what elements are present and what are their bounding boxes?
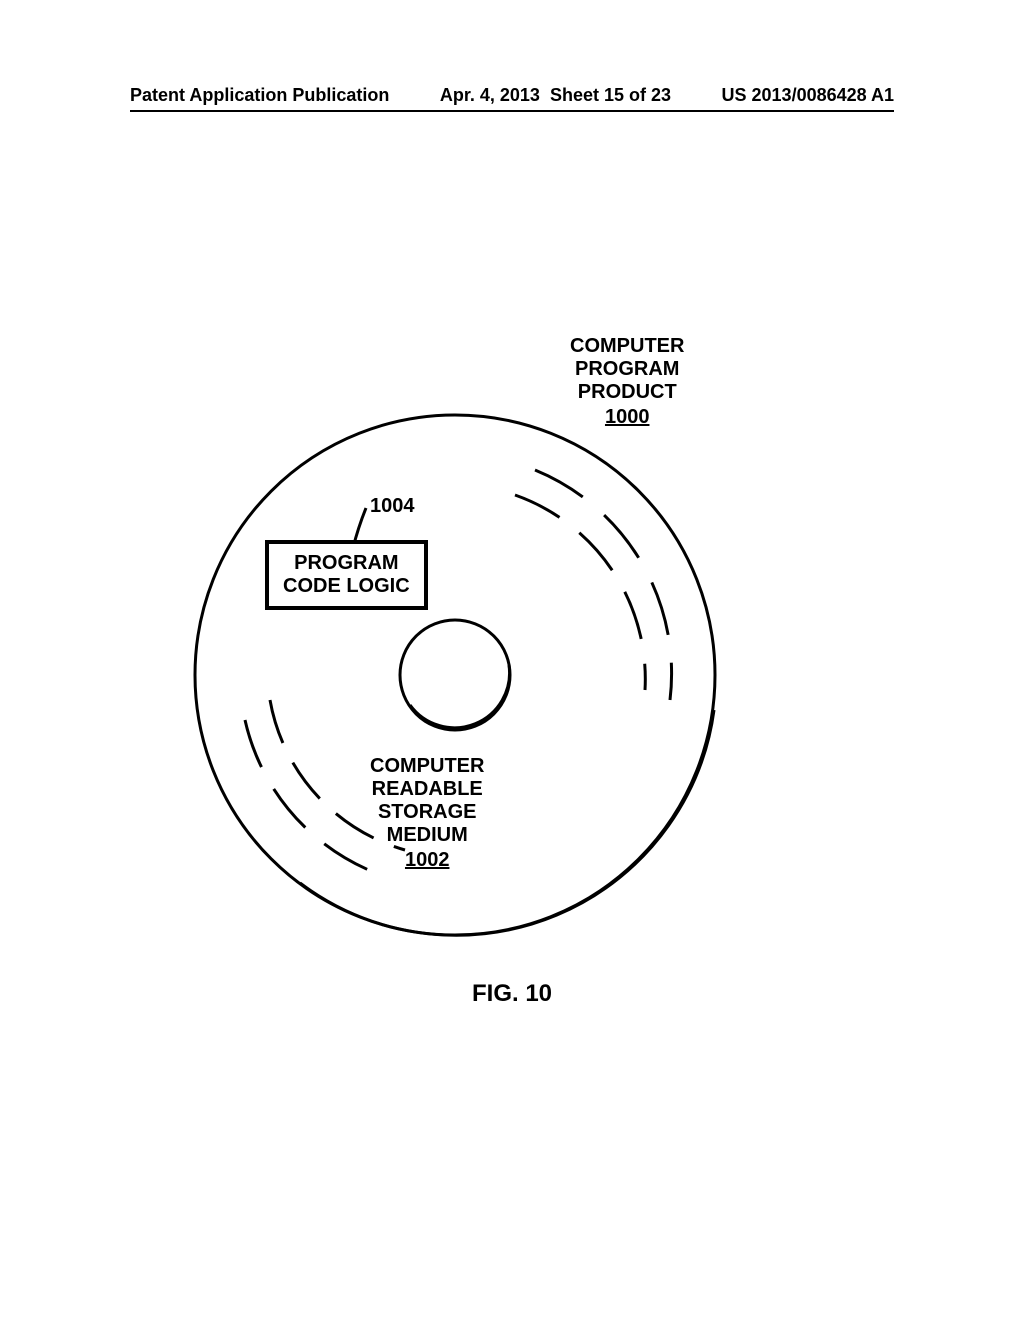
medium-ref: 1002 [405, 849, 450, 872]
pub-date: Apr. 4, 2013 [440, 85, 540, 105]
code-logic-ref: 1004 [370, 495, 415, 518]
publication-number: US 2013/0086428 A1 [722, 85, 894, 106]
code-box-line: PROGRAM [294, 552, 398, 574]
sheet-number: Sheet 15 of 23 [550, 85, 671, 105]
program-code-logic-box: PROGRAM CODE LOGIC [265, 540, 428, 610]
page-header: Patent Application Publication Apr. 4, 2… [0, 85, 1024, 106]
header-rule [130, 110, 894, 112]
product-label-line: COMPUTER [570, 335, 684, 357]
figure-diagram: COMPUTER PROGRAM PRODUCT 1000 1004 PROGR… [0, 300, 1024, 1000]
medium-line: READABLE [372, 778, 483, 800]
medium-line: COMPUTER [370, 755, 484, 777]
figure-caption: FIG. 10 [0, 980, 1024, 1008]
pub-date-sheet: Apr. 4, 2013 Sheet 15 of 23 [440, 85, 671, 106]
storage-medium-label: COMPUTER READABLE STORAGE MEDIUM 1002 [370, 755, 484, 872]
medium-line: MEDIUM [387, 824, 468, 846]
medium-line: STORAGE [378, 801, 477, 823]
code-box-line: CODE LOGIC [283, 575, 410, 597]
product-label-line: PROGRAM [575, 358, 679, 380]
publication-type: Patent Application Publication [130, 85, 389, 106]
